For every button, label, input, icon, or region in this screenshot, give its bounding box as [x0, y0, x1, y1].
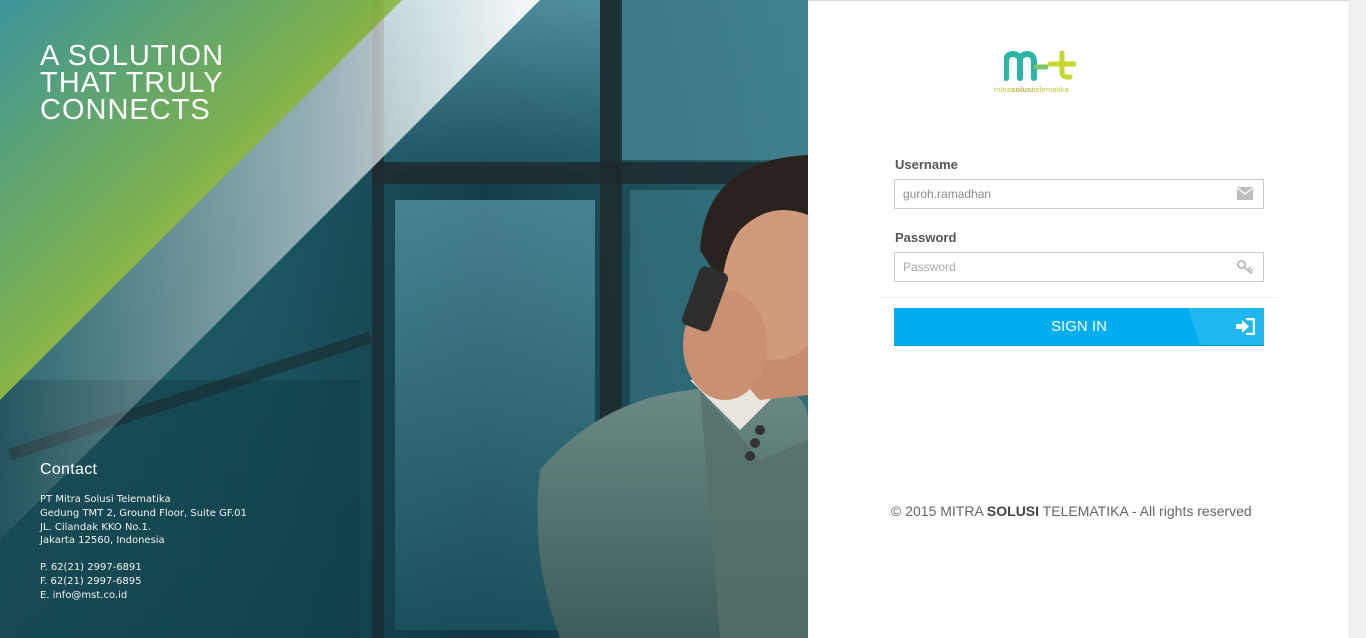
password-label: Password: [895, 230, 957, 245]
vertical-scrollbar[interactable]: [1349, 0, 1366, 638]
contact-phone: P. 62(21) 2997-6891: [40, 562, 142, 574]
key-icon: [1237, 260, 1253, 279]
sign-in-label: SIGN IN: [1051, 318, 1107, 335]
envelope-icon: [1237, 187, 1253, 205]
tagline-line-2: THAT TRULY: [40, 67, 224, 99]
tagline-line-1: A SOLUTION: [40, 40, 225, 72]
panel-top-border: [808, 0, 1349, 1]
contact-building: Gedung TMT 2, Ground Floor, Suite GF.01: [40, 507, 247, 519]
username-field[interactable]: [894, 179, 1264, 209]
tagline-line-3: CONNECTS: [40, 94, 211, 126]
contact-email: E. info@mst.co.id: [40, 589, 128, 601]
copyright-footer: © 2015 MITRA SOLUSI TELEMATIKA - All rig…: [891, 503, 1252, 519]
password-input[interactable]: [895, 253, 1233, 281]
username-label: Username: [895, 157, 958, 172]
contact-block: Contact PT Mitra Solusi Telematika Gedun…: [40, 461, 247, 603]
contact-city: Jakarta 12560, Indonesia: [40, 535, 165, 547]
company-logo: mitrasolusitelematika: [994, 50, 1084, 96]
sign-in-button[interactable]: SIGN IN: [894, 308, 1264, 345]
contact-title: Contact: [40, 461, 98, 478]
contact-street: JL. Cilandak KKO No.1.: [40, 521, 152, 533]
password-field[interactable]: [894, 252, 1264, 282]
hero-panel: A SOLUTION THAT TRULY CONNECTS Contact P…: [0, 0, 808, 638]
hero-tagline: A SOLUTION THAT TRULY CONNECTS: [40, 40, 300, 126]
mst-logo-mark: [1004, 50, 1076, 81]
form-divider: [880, 297, 1279, 298]
contact-fax: F. 62(21) 2997-6895: [40, 575, 142, 587]
username-input[interactable]: [895, 180, 1233, 208]
logo-subtitle: mitrasolusitelematika: [994, 85, 1069, 94]
contact-company: PT Mitra Solusi Telematika: [40, 494, 171, 505]
sign-in-icon: [1235, 317, 1256, 338]
